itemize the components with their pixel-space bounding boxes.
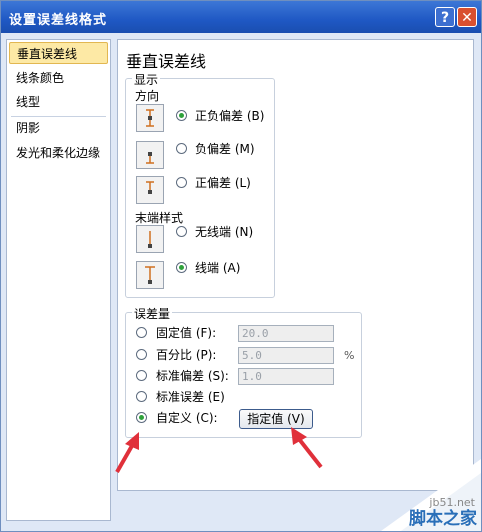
direction-minus-label: 负偏差 (M) xyxy=(195,142,255,156)
direction-minus-radio[interactable] xyxy=(176,143,187,154)
percentage-radio[interactable] xyxy=(136,349,147,360)
direction-both-radio[interactable] xyxy=(176,110,187,121)
fixed-value-input[interactable]: 20.0 xyxy=(238,325,334,342)
fixed-value-label: 固定值 (F): xyxy=(156,326,217,340)
std-deviation-input[interactable]: 1.0 xyxy=(238,368,334,385)
panel-title: 垂直误差线 xyxy=(126,52,207,71)
format-error-bars-dialog: 设置误差线格式 ? ✕ 垂直误差线 线条颜色 线型 阴影 发光和柔化边缘 垂直误… xyxy=(0,0,482,532)
display-group: 显示 方向 正负偏差 (B) 负偏差 (M) 正偏差 (L) 末端样式 无线端 xyxy=(125,71,275,298)
error-amount-group-legend: 误差量 xyxy=(132,305,173,322)
fixed-value-radio[interactable] xyxy=(136,327,147,338)
end-style-no-cap-label: 无线端 (N) xyxy=(195,225,254,239)
plus-errorbar-icon xyxy=(136,176,164,204)
sidebar-item-line-style[interactable]: 线型 xyxy=(9,91,108,113)
std-error-radio[interactable] xyxy=(136,391,147,402)
percentage-label: 百分比 (P): xyxy=(156,348,217,362)
direction-plus-radio[interactable] xyxy=(176,177,187,188)
end-style-no-cap-radio[interactable] xyxy=(176,226,187,237)
end-style-label: 末端样式 xyxy=(135,211,184,225)
sidebar-item-shadow[interactable]: 阴影 xyxy=(9,117,108,139)
end-style-cap-label: 线端 (A) xyxy=(195,261,241,275)
cap-icon xyxy=(136,261,164,289)
sidebar-item-line-color[interactable]: 线条颜色 xyxy=(9,67,108,89)
plus-minus-errorbar-icon xyxy=(136,104,164,132)
category-sidebar: 垂直误差线 线条颜色 线型 阴影 发光和柔化边缘 xyxy=(6,39,111,521)
direction-plus-label: 正偏差 (L) xyxy=(195,176,251,190)
std-error-label: 标准误差 (E) xyxy=(156,390,225,404)
close-button[interactable]: ✕ xyxy=(457,7,477,27)
help-button[interactable]: ? xyxy=(435,7,455,27)
percent-unit: % xyxy=(344,349,355,362)
direction-both-label: 正负偏差 (B) xyxy=(195,109,265,123)
no-cap-icon xyxy=(136,225,164,253)
annotation-arrow-right xyxy=(291,427,323,469)
display-group-legend: 显示 xyxy=(132,71,161,88)
std-deviation-label: 标准偏差 (S): xyxy=(156,369,229,383)
title-bar[interactable]: 设置误差线格式 ? ✕ xyxy=(1,1,481,33)
sidebar-item-glow-soft-edges[interactable]: 发光和柔化边缘 xyxy=(9,142,108,164)
annotation-arrow-left xyxy=(115,432,139,473)
window-title: 设置误差线格式 xyxy=(9,13,108,28)
watermark-name: 脚本之家 xyxy=(409,509,477,529)
custom-label: 自定义 (C): xyxy=(156,411,218,425)
custom-radio[interactable] xyxy=(136,412,147,423)
direction-label: 方向 xyxy=(135,89,160,103)
sidebar-item-vertical-error-bars[interactable]: 垂直误差线 xyxy=(9,42,108,64)
error-amount-group: 误差量 固定值 (F): 20.0 百分比 (P): 5.0 % 标准偏差 (S… xyxy=(125,305,362,438)
std-deviation-radio[interactable] xyxy=(136,370,147,381)
percentage-input[interactable]: 5.0 xyxy=(238,347,334,364)
end-style-cap-radio[interactable] xyxy=(176,262,187,273)
minus-errorbar-icon xyxy=(136,141,164,169)
